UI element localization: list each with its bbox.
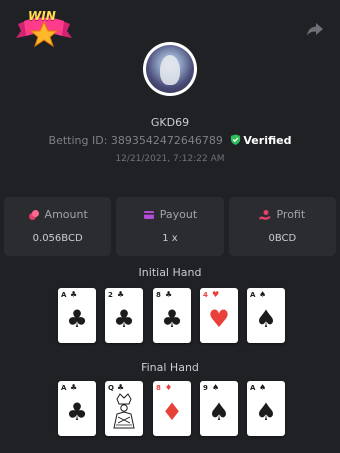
- share-icon[interactable]: [306, 22, 324, 38]
- suit-icon: ♣: [161, 305, 183, 333]
- suit-icon: ♥: [208, 305, 230, 333]
- coins-icon: [28, 209, 39, 220]
- queen-face-icon: [113, 393, 135, 429]
- suit-icon: ♠: [255, 305, 277, 333]
- suit-icon: ♠: [255, 398, 277, 426]
- betting-id-label: Betting ID:: [48, 134, 108, 147]
- playing-card[interactable]: 8 ♣ ♣: [153, 288, 191, 343]
- amount-value: 0.056BCD: [32, 233, 83, 244]
- playing-card[interactable]: 2 ♣ ♣: [105, 288, 143, 343]
- stats-panel: Amount 0.056BCD Payout 1 x Profit 0BCD: [4, 197, 336, 256]
- suit-icon: ♣: [66, 398, 88, 426]
- suit-icon: ♣: [113, 305, 135, 333]
- payout-value: 1 x: [162, 233, 178, 244]
- betting-id: 3893542472646789: [110, 134, 223, 147]
- playing-card[interactable]: A ♣ ♣: [58, 288, 96, 343]
- playing-card[interactable]: A ♠ ♠: [247, 288, 285, 343]
- profit-label: Profit: [276, 208, 306, 221]
- amount-label: Amount: [44, 208, 88, 221]
- payout-card-icon: [143, 210, 154, 219]
- win-badge: WIN: [14, 6, 74, 50]
- profit-hand-icon: [259, 209, 271, 220]
- playing-card[interactable]: Q ♣: [105, 381, 143, 436]
- suit-icon: ♦: [161, 398, 183, 426]
- avatar-image: [146, 45, 194, 93]
- shield-check-icon: [231, 134, 241, 145]
- username: GKD69: [150, 116, 190, 129]
- profit-value: 0BCD: [268, 233, 297, 244]
- playing-card[interactable]: A ♠ ♠: [247, 381, 285, 436]
- playing-card[interactable]: 4 ♥ ♥: [200, 288, 238, 343]
- stat-payout: Payout 1 x: [116, 197, 224, 256]
- final-hand-title: Final Hand: [141, 361, 199, 374]
- suit-icon: ♠: [208, 398, 230, 426]
- final-hand: A ♣ ♣ Q ♣ 8 ♦ ♦ 9 ♠ ♠ A ♠ ♠: [0, 381, 340, 437]
- avatar: [143, 42, 197, 96]
- playing-card[interactable]: A ♣ ♣: [58, 381, 96, 436]
- initial-hand: A ♣ ♣ 2 ♣ ♣ 8 ♣ ♣ 4 ♥ ♥ A ♠ ♠: [0, 288, 340, 344]
- suit-icon: ♣: [66, 305, 88, 333]
- initial-hand-title: Initial Hand: [138, 266, 202, 279]
- verified-label: Verified: [243, 134, 292, 147]
- bet-timestamp: 12/21/2021, 7:12:22 AM: [115, 154, 225, 164]
- payout-label: Payout: [159, 208, 198, 221]
- win-badge-text: WIN: [28, 9, 56, 23]
- betting-id-row: Betting ID: 3893542472646789 Verified: [0, 134, 340, 147]
- stat-amount: Amount 0.056BCD: [4, 197, 112, 256]
- playing-card[interactable]: 8 ♦ ♦: [153, 381, 191, 436]
- playing-card[interactable]: 9 ♠ ♠: [200, 381, 238, 436]
- stat-profit: Profit 0BCD: [228, 197, 336, 256]
